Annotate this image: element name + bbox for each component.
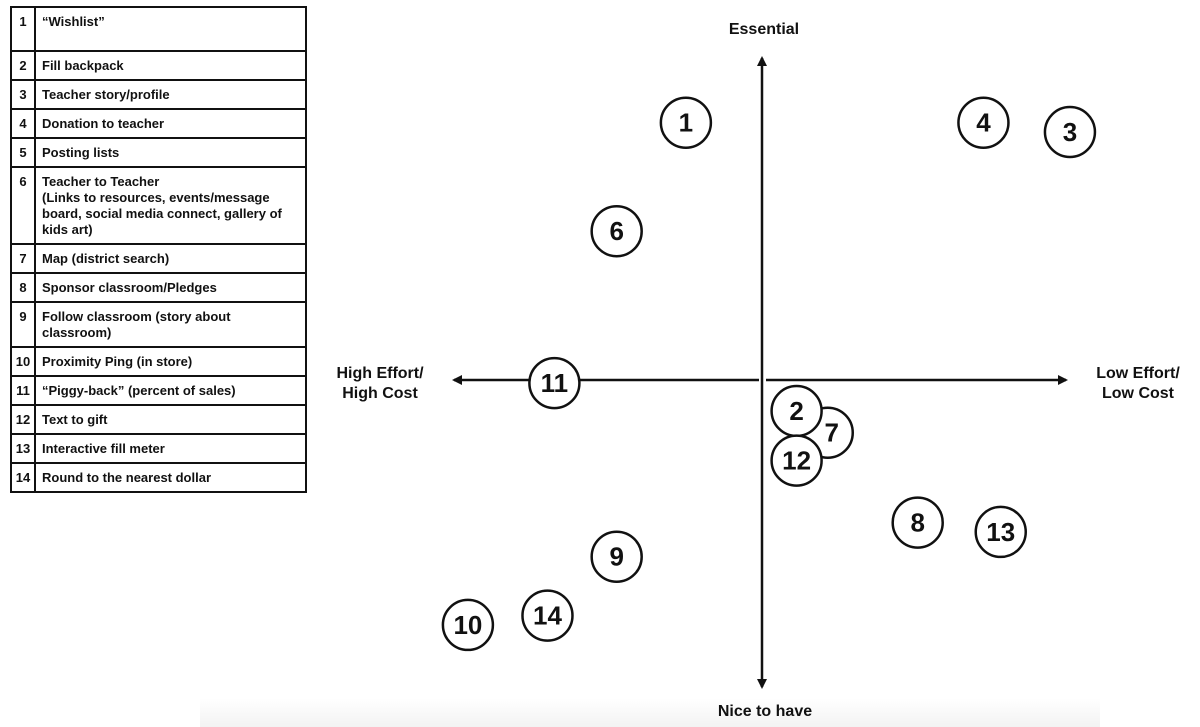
axis-label-right-line2: Low Cost xyxy=(1102,385,1174,402)
axis-label-left-line1: High Effort/ xyxy=(336,365,424,382)
point-9: 9 xyxy=(590,530,643,583)
axis-label-bottom: Nice to have xyxy=(717,703,813,720)
axis-label-right-line1: Low Effort/ xyxy=(1096,365,1180,382)
point-4: 4 xyxy=(957,96,1010,149)
point-8: 8 xyxy=(891,496,944,549)
axis-label-top: Essential xyxy=(728,21,800,38)
point-label: 2 xyxy=(789,396,803,426)
point-label: 14 xyxy=(533,601,562,631)
point-10: 10 xyxy=(441,598,495,652)
point-11: 11 xyxy=(528,356,581,410)
point-label: 8 xyxy=(910,508,924,538)
point-14: 14 xyxy=(521,589,574,642)
point-label: 3 xyxy=(1063,117,1077,147)
point-label: 11 xyxy=(541,368,569,398)
point-12: 12 xyxy=(770,434,823,487)
axis-label-left-line2: High Cost xyxy=(342,385,418,402)
point-label: 13 xyxy=(986,517,1015,547)
point-3: 3 xyxy=(1043,105,1097,159)
point-label: 4 xyxy=(976,108,991,138)
priority-matrix: 712346891011121314 xyxy=(441,56,1097,689)
point-label: 9 xyxy=(609,542,623,572)
point-label: 10 xyxy=(453,610,482,640)
point-label: 12 xyxy=(782,446,811,476)
point-1: 1 xyxy=(659,96,713,149)
axis-label-left: High Effort/ High Cost xyxy=(325,364,435,404)
axis-label-right: Low Effort/ Low Cost xyxy=(1084,364,1192,404)
point-2: 2 xyxy=(770,384,823,438)
point-13: 13 xyxy=(974,505,1027,559)
point-6: 6 xyxy=(590,204,643,258)
point-label: 1 xyxy=(679,108,693,138)
point-label: 7 xyxy=(825,418,839,448)
point-label: 6 xyxy=(609,216,623,246)
